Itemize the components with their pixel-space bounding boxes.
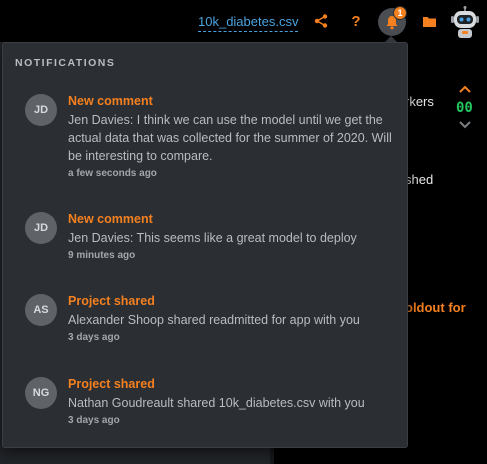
notification-body: Project shared Alexander Shoop shared re… bbox=[68, 294, 393, 343]
notification-time: 9 minutes ago bbox=[68, 250, 136, 261]
notifications-button[interactable]: 1 bbox=[378, 6, 407, 36]
notifications-dropdown: NOTIFICATIONS JD New comment Jen Davies:… bbox=[2, 42, 408, 448]
folder-icon[interactable] bbox=[419, 11, 439, 31]
decrease-workers-icon[interactable] bbox=[459, 120, 471, 130]
notification-title[interactable]: Project shared bbox=[68, 294, 393, 309]
notification-title[interactable]: New comment bbox=[68, 94, 393, 109]
notification-time: 3 days ago bbox=[68, 332, 120, 343]
notification-message: Nathan Goudreault shared 10k_diabetes.cs… bbox=[68, 396, 365, 410]
notification-count-badge: 1 bbox=[393, 6, 407, 20]
avatar: AS bbox=[25, 294, 57, 326]
dataset-filename-link[interactable]: 10k_diabetes.csv bbox=[198, 14, 299, 32]
notification-time: 3 days ago bbox=[68, 415, 120, 426]
notification-message: Alexander Shoop shared readmitted for ap… bbox=[68, 313, 360, 327]
avatar: JD bbox=[25, 212, 57, 244]
holdout-link[interactable]: oldout for bbox=[405, 300, 466, 315]
notification-body: New comment Jen Davies: This seems like … bbox=[68, 212, 393, 261]
workers-label: rkers bbox=[405, 94, 434, 109]
avatar: JD bbox=[25, 94, 57, 126]
finished-label: shed bbox=[405, 172, 434, 187]
notification-title[interactable]: Project shared bbox=[68, 377, 393, 392]
notification-message: Jen Davies: I think we can use the model… bbox=[68, 113, 392, 163]
avatar: NG bbox=[25, 377, 57, 409]
notification-title[interactable]: New comment bbox=[68, 212, 393, 227]
notification-body: Project shared Nathan Goudreault shared … bbox=[68, 377, 393, 426]
top-header: 10k_diabetes.csv ? 1 bbox=[0, 0, 487, 42]
notifications-heading: NOTIFICATIONS bbox=[15, 57, 116, 69]
help-icon[interactable]: ? bbox=[346, 11, 366, 31]
increase-workers-icon[interactable] bbox=[459, 84, 471, 94]
app-window: rkers 00 shed oldout for 10k_diabetes.cs… bbox=[0, 0, 487, 464]
robot-avatar[interactable] bbox=[449, 6, 481, 40]
worker-count: 00 bbox=[456, 100, 473, 116]
notification-message: Jen Davies: This seems like a great mode… bbox=[68, 231, 357, 245]
notification-time: a few seconds ago bbox=[68, 168, 157, 179]
notification-body: New comment Jen Davies: I think we can u… bbox=[68, 94, 393, 179]
share-icon[interactable] bbox=[311, 11, 331, 31]
